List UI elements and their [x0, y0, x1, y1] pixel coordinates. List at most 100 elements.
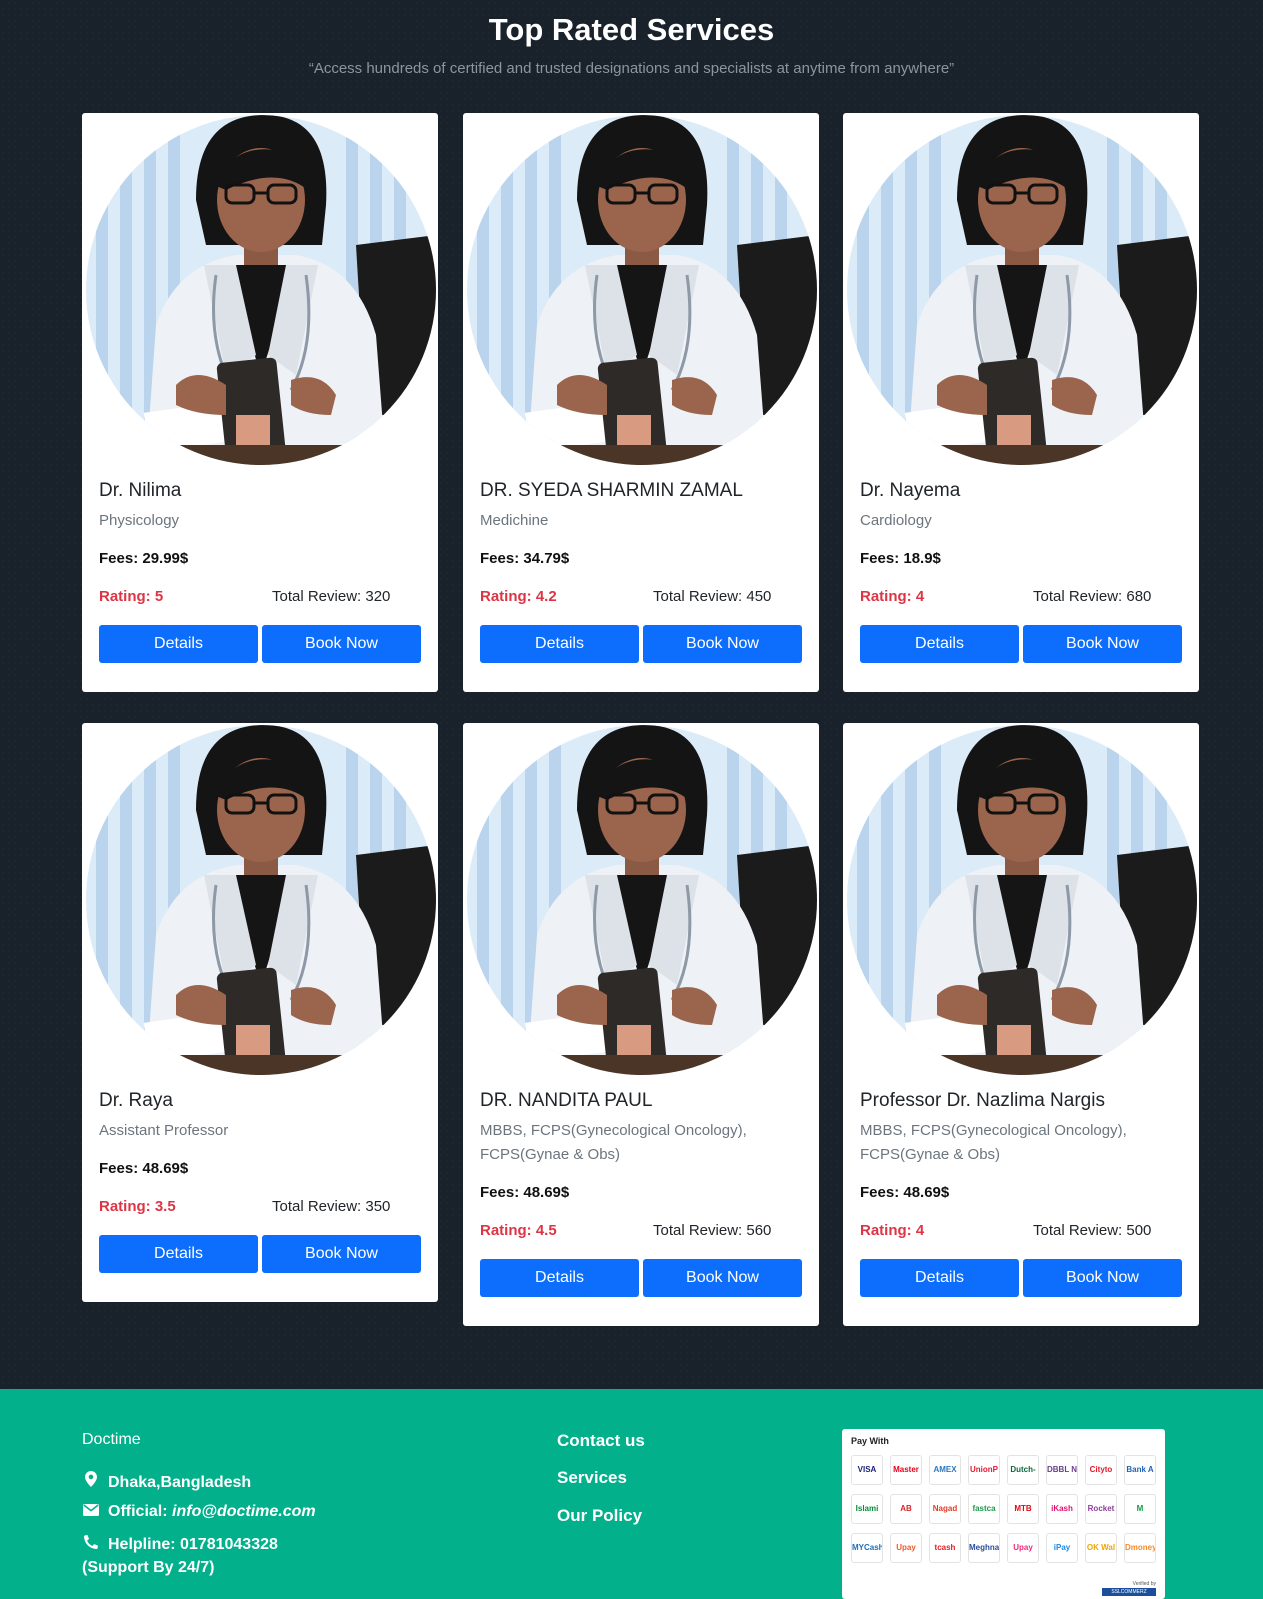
- payment-logo: Dutch-: [1007, 1455, 1039, 1485]
- pay-with-title: Pay With: [851, 1436, 889, 1446]
- helpline-text: Helpline: 01781043328: [108, 1536, 278, 1553]
- book-now-button[interactable]: Book Now: [1023, 1259, 1182, 1297]
- doctor-card: Dr. Raya Assistant Professor Fees: 48.69…: [82, 723, 438, 1302]
- payment-logo: AB: [890, 1494, 922, 1524]
- doctor-rating: Rating: 4.2: [480, 588, 557, 605]
- payment-logo: Rocket: [1085, 1494, 1117, 1524]
- book-now-button[interactable]: Book Now: [643, 625, 802, 663]
- doctor-photo: [847, 725, 1197, 1075]
- details-button[interactable]: Details: [860, 1259, 1019, 1297]
- location-pin-icon: [82, 1471, 100, 1492]
- payment-logo: Bank A: [1124, 1455, 1156, 1485]
- book-now-button[interactable]: Book Now: [643, 1259, 802, 1297]
- footer-helpline: Helpline: 01781043328: [82, 1534, 278, 1554]
- doctor-fees: Fees: 34.79$: [480, 550, 570, 567]
- doctor-name: Professor Dr. Nazlima Nargis: [860, 1090, 1105, 1111]
- footer-link-our-policy[interactable]: Our Policy: [557, 1506, 642, 1526]
- sslcommerz-logo: SSLCOMMERZ: [1102, 1588, 1156, 1596]
- book-now-button[interactable]: Book Now: [1023, 625, 1182, 663]
- doctor-total-review: Total Review: 680: [1033, 588, 1152, 605]
- doctor-specialty: MBBS, FCPS(Gynecological Oncology), FCPS…: [480, 1122, 747, 1163]
- payment-logo: M: [1124, 1494, 1156, 1524]
- support-text: (Support By 24/7): [82, 1559, 215, 1576]
- payment-logo: Meghna: [968, 1533, 1000, 1563]
- doctor-specialty: Cardiology: [860, 512, 932, 529]
- doctor-name: Dr. Nayema: [860, 480, 961, 501]
- doctor-photo: [86, 725, 436, 1075]
- doctor-total-review: Total Review: 560: [653, 1222, 772, 1239]
- top-rated-services-section: Top Rated Services “Access hundreds of c…: [0, 0, 1263, 1389]
- doctor-name: DR. SYEDA SHARMIN ZAMAL: [480, 480, 743, 501]
- verified-by-text: Verified by: [1132, 1581, 1156, 1587]
- section-title: Top Rated Services: [488, 12, 775, 47]
- payment-logo: tcash: [929, 1533, 961, 1563]
- details-button[interactable]: Details: [99, 625, 258, 663]
- details-button[interactable]: Details: [480, 625, 639, 663]
- footer: Doctime Dhaka,Bangladesh Official: info@…: [0, 1389, 1263, 1599]
- details-button[interactable]: Details: [99, 1235, 258, 1273]
- doctor-total-review: Total Review: 320: [272, 588, 391, 605]
- official-email-link[interactable]: info@doctime.com: [172, 1503, 316, 1520]
- envelope-icon: [82, 1503, 100, 1521]
- payment-logo: Upay: [1007, 1533, 1039, 1563]
- payment-logo: Dmoney: [1124, 1533, 1156, 1563]
- footer-official-email: Official: info@doctime.com: [82, 1503, 316, 1521]
- payment-logo: VISA: [851, 1455, 883, 1485]
- doctor-card: DR. NANDITA PAUL MBBS, FCPS(Gynecologica…: [463, 723, 819, 1326]
- footer-brand: Doctime: [82, 1431, 141, 1448]
- footer-link-services[interactable]: Services: [557, 1468, 627, 1488]
- doctor-photo: [847, 115, 1197, 465]
- payment-logo: UnionP: [968, 1455, 1000, 1485]
- book-now-button[interactable]: Book Now: [262, 1235, 421, 1273]
- details-button[interactable]: Details: [480, 1259, 639, 1297]
- doctor-fees: Fees: 18.9$: [860, 550, 941, 567]
- doctor-name: DR. NANDITA PAUL: [480, 1090, 653, 1111]
- official-label: Official:: [108, 1503, 173, 1520]
- doctor-fees: Fees: 48.69$: [99, 1160, 189, 1177]
- payment-logo: Cityto: [1085, 1455, 1117, 1485]
- footer-location: Dhaka,Bangladesh: [82, 1471, 251, 1492]
- payment-logo: DBBL N: [1046, 1455, 1078, 1485]
- doctor-card: DR. SYEDA SHARMIN ZAMAL Medichine Fees: …: [463, 113, 819, 692]
- footer-link-contact-us[interactable]: Contact us: [557, 1431, 645, 1451]
- payment-logo: Islami: [851, 1494, 883, 1524]
- payment-logo: Upay: [890, 1533, 922, 1563]
- doctor-rating: Rating: 4: [860, 1222, 925, 1239]
- payment-logo: MTB: [1007, 1494, 1039, 1524]
- doctor-card: Dr. Nayema Cardiology Fees: 18.9$ Rating…: [843, 113, 1199, 692]
- doctor-specialty: MBBS, FCPS(Gynecological Oncology), FCPS…: [860, 1122, 1127, 1163]
- doctor-card: Dr. Nilima Physicology Fees: 29.99$ Rati…: [82, 113, 438, 692]
- doctor-total-review: Total Review: 350: [272, 1198, 391, 1215]
- payment-logo: Master: [890, 1455, 922, 1485]
- doctor-total-review: Total Review: 450: [653, 588, 772, 605]
- doctor-rating: Rating: 3.5: [99, 1198, 176, 1215]
- payment-methods-banner: Pay With VISA Master AMEX UnionP Dutch- DBBL …: [842, 1429, 1165, 1599]
- doctor-specialty: Physicology: [99, 512, 180, 529]
- payment-logo: MYCash: [851, 1533, 883, 1563]
- payment-logo: AMEX: [929, 1455, 961, 1485]
- doctor-fees: Fees: 29.99$: [99, 550, 189, 567]
- doctor-fees: Fees: 48.69$: [480, 1184, 570, 1201]
- details-button[interactable]: Details: [860, 625, 1019, 663]
- doctor-name: Dr. Raya: [99, 1090, 173, 1111]
- doctor-fees: Fees: 48.69$: [860, 1184, 950, 1201]
- location-text: Dhaka,Bangladesh: [108, 1474, 252, 1491]
- doctor-specialty: Medichine: [480, 512, 549, 529]
- doctor-total-review: Total Review: 500: [1033, 1222, 1152, 1239]
- book-now-button[interactable]: Book Now: [262, 625, 421, 663]
- payment-logo: OK Wal: [1085, 1533, 1117, 1563]
- phone-icon: [82, 1534, 100, 1554]
- doctor-photo: [467, 115, 817, 465]
- section-subtitle: “Access hundreds of certified and truste…: [308, 60, 955, 77]
- payment-logo: fastca: [968, 1494, 1000, 1524]
- doctor-card: Professor Dr. Nazlima Nargis MBBS, FCPS(…: [843, 723, 1199, 1326]
- payment-logo: iKash: [1046, 1494, 1078, 1524]
- doctor-name: Dr. Nilima: [99, 480, 182, 501]
- payment-logo: iPay: [1046, 1533, 1078, 1563]
- payment-logo: Nagad: [929, 1494, 961, 1524]
- doctor-rating: Rating: 5: [99, 588, 164, 605]
- doctor-specialty: Assistant Professor: [99, 1122, 229, 1139]
- doctor-rating: Rating: 4: [860, 588, 925, 605]
- doctor-rating: Rating: 4.5: [480, 1222, 557, 1239]
- doctor-photo: [467, 725, 817, 1075]
